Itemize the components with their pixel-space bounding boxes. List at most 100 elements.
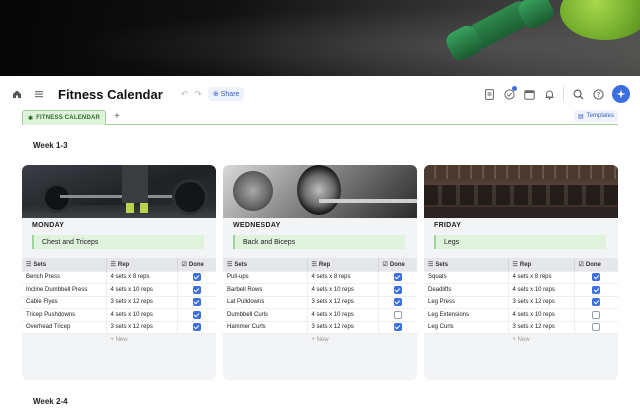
table-row[interactable]: Lat Pulldowns 3 sets x 12 reps — [223, 295, 417, 309]
list-icon: ☰ — [428, 261, 434, 268]
share-label: Share — [220, 90, 240, 98]
done-checkbox[interactable] — [192, 285, 201, 294]
table-row[interactable]: Leg Extensions 4 sets x 10 reps — [424, 308, 618, 321]
list-icon: ☰ — [26, 261, 32, 268]
table-row[interactable]: Barbell Rows 4 sets x 10 reps — [223, 283, 417, 296]
rep-value: 3 sets x 12 reps — [106, 320, 178, 334]
document-icon[interactable] — [483, 88, 495, 100]
add-tab-button[interactable]: + — [114, 110, 120, 123]
rep-value: 4 sets x 10 reps — [106, 308, 178, 321]
table-row[interactable]: Cable Flyes 3 sets x 12 reps — [22, 295, 216, 309]
done-checkbox[interactable] — [192, 310, 201, 319]
rep-header-label: Rep — [117, 261, 130, 268]
rep-value: 4 sets x 10 reps — [106, 283, 178, 296]
done-checkbox[interactable] — [592, 323, 601, 332]
redo-icon[interactable]: ↷ — [194, 89, 202, 100]
sets-column-header[interactable]: ☰ Sets — [22, 258, 107, 271]
workout-focus: Chest and Triceps — [32, 235, 204, 249]
table-row[interactable]: Tricep Pushdowns 4 sets x 10 reps — [22, 308, 216, 321]
share-button[interactable]: ⊕ Share — [207, 87, 245, 101]
rep-value: 4 sets x 10 reps — [508, 283, 575, 296]
exercise-name: Tricep Pushdowns — [22, 308, 107, 321]
menu-icon[interactable] — [32, 87, 46, 101]
table-row[interactable]: Deadlifts 4 sets x 10 reps — [424, 283, 618, 296]
sets-header-label: Sets — [435, 261, 449, 268]
exercise-name: Leg Extensions — [424, 308, 509, 321]
section-heading-week-2-4: Week 2-4 — [33, 397, 68, 406]
rep-value: 4 sets x 8 reps — [106, 270, 178, 284]
sets-column-header[interactable]: ☰ Sets — [424, 258, 509, 271]
exercise-table: ☰ Sets ☰ Rep ☑ Done Squats 4 sets x 8 reps D… — [424, 258, 618, 346]
done-header-label: Done — [188, 261, 204, 268]
calendar-icon[interactable] — [523, 88, 535, 100]
done-checkbox[interactable] — [192, 298, 201, 307]
done-checkbox[interactable] — [393, 285, 402, 294]
toolbar-divider — [563, 87, 564, 101]
table-row[interactable]: Dumbbell Curls 4 sets x 10 reps — [223, 308, 417, 321]
ai-sparkle-icon[interactable] — [612, 85, 630, 103]
rep-value: 3 sets x 12 reps — [106, 295, 178, 309]
workout-focus: Back and Biceps — [233, 235, 405, 249]
section-heading-week-1-3: Week 1-3 — [33, 141, 68, 150]
add-row-button[interactable]: + New — [223, 333, 417, 346]
done-checkbox[interactable] — [393, 298, 402, 307]
check-circle-icon[interactable] — [503, 86, 517, 100]
list-icon: ☰ — [512, 261, 518, 268]
done-checkbox[interactable] — [592, 298, 601, 307]
exercise-name: Squats — [424, 270, 509, 284]
add-row-button[interactable]: + New — [424, 333, 618, 346]
gym-photo-barbell-plates — [223, 165, 417, 218]
table-row[interactable]: Leg Press 3 sets x 12 reps — [424, 295, 618, 309]
header-banner-image — [0, 0, 640, 76]
done-checkbox[interactable] — [393, 273, 402, 282]
home-icon[interactable] — [10, 87, 24, 101]
done-checkbox[interactable] — [393, 310, 402, 319]
bell-icon[interactable] — [543, 88, 555, 100]
rep-value: 4 sets x 10 reps — [508, 308, 575, 321]
top-toolbar: Fitness Calendar ↶ ↷ ⊕ Share ? — [0, 76, 640, 112]
exercise-name: Deadlifts — [424, 283, 509, 296]
done-checkbox[interactable] — [192, 323, 201, 332]
day-card-friday: FRIDAY Legs ☰ Sets ☰ Rep ☑ Done Squats 4 set… — [424, 165, 618, 380]
templates-button[interactable]: ▤ Templates — [573, 110, 618, 122]
done-column-header[interactable]: ☑ Done — [177, 258, 216, 271]
sets-column-header[interactable]: ☰ Sets — [223, 258, 308, 271]
table-row[interactable]: Hammer Curls 3 sets x 12 reps — [223, 320, 417, 334]
done-checkbox[interactable] — [192, 273, 201, 282]
table-row[interactable]: Leg Curls 3 sets x 12 reps — [424, 320, 618, 334]
checkbox-icon: ☑ — [382, 261, 388, 268]
new-row-label: New — [517, 337, 530, 343]
done-column-header[interactable]: ☑ Done — [574, 258, 618, 271]
sparkle-tab-icon: ✱ — [27, 115, 34, 122]
done-checkbox[interactable] — [393, 323, 402, 332]
help-icon[interactable]: ? — [592, 88, 604, 100]
table-row[interactable]: Incline Dumbbell Press 4 sets x 10 reps — [22, 283, 216, 296]
rep-value: 4 sets x 8 reps — [508, 270, 575, 284]
rep-column-header[interactable]: ☰ Rep — [106, 258, 178, 271]
table-row[interactable]: Squats 4 sets x 8 reps — [424, 270, 618, 284]
done-column-header[interactable]: ☑ Done — [378, 258, 417, 271]
undo-icon[interactable]: ↶ — [181, 89, 189, 100]
exercise-name: Dumbbell Curls — [223, 308, 308, 321]
exercise-name: Pull-ups — [223, 270, 308, 284]
rep-column-header[interactable]: ☰ Rep — [307, 258, 379, 271]
search-icon[interactable] — [572, 88, 584, 100]
tab-fitness-calendar[interactable]: ✱ FITNESS CALENDAR — [22, 110, 106, 125]
done-checkbox[interactable] — [592, 310, 601, 319]
done-header-label: Done — [389, 261, 405, 268]
rep-header-label: Rep — [318, 261, 331, 268]
template-icon: ▤ — [577, 113, 584, 120]
rep-column-header[interactable]: ☰ Rep — [508, 258, 575, 271]
done-checkbox[interactable] — [592, 285, 601, 294]
exercise-name: Lat Pulldowns — [223, 295, 308, 309]
done-checkbox[interactable] — [592, 273, 601, 282]
new-row-label: New — [115, 337, 128, 343]
list-icon: ☰ — [311, 261, 317, 268]
table-row[interactable]: Pull-ups 4 sets x 8 reps — [223, 270, 417, 284]
table-row[interactable]: Overhead Tricep 3 sets x 12 reps — [22, 320, 216, 334]
exercise-name: Incline Dumbbell Press — [22, 283, 107, 296]
add-row-button[interactable]: + New — [22, 333, 216, 346]
table-row[interactable]: Bench Press 4 sets x 8 reps — [22, 270, 216, 284]
gym-photo-barbell-lift — [22, 165, 216, 218]
day-card-wednesday: WEDNESDAY Back and Biceps ☰ Sets ☰ Rep ☑ Do… — [223, 165, 417, 380]
